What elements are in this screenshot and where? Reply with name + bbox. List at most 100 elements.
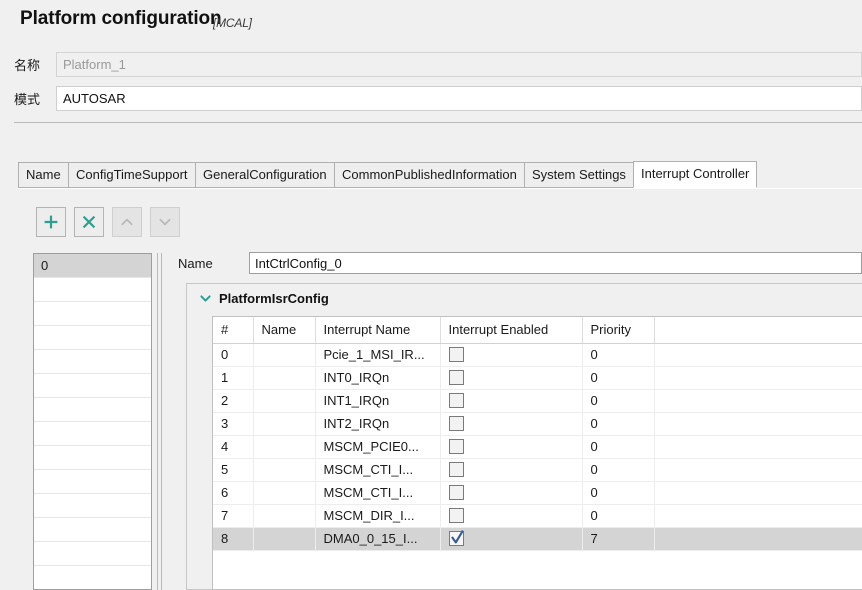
cell-name[interactable] xyxy=(253,481,316,505)
cell-interrupt-enabled[interactable] xyxy=(440,458,583,482)
cell-interrupt-name[interactable]: INT2_IRQn xyxy=(315,412,441,436)
table-row[interactable]: 3 INT2_IRQn 0 xyxy=(213,412,862,436)
checkbox-unchecked-icon[interactable] xyxy=(448,462,464,477)
tab-generalconfiguration[interactable]: GeneralConfiguration xyxy=(195,162,335,188)
list-item-empty[interactable] xyxy=(34,542,151,566)
move-down-button[interactable] xyxy=(150,207,180,237)
cell-priority[interactable]: 0 xyxy=(582,504,655,528)
cell-interrupt-name[interactable]: INT0_IRQn xyxy=(315,366,441,390)
tab-configtimesupport[interactable]: ConfigTimeSupport xyxy=(68,162,196,188)
interrupt-table: # Name Interrupt Name Interrupt Enabled … xyxy=(213,317,862,551)
move-up-button[interactable] xyxy=(112,207,142,237)
cell-interrupt-name[interactable]: MSCM_CTI_I... xyxy=(315,458,441,482)
delete-button[interactable] xyxy=(74,207,104,237)
cell-name[interactable] xyxy=(253,389,316,413)
name-field-input[interactable] xyxy=(56,52,862,77)
column-header-index[interactable]: # xyxy=(213,317,254,344)
plus-icon xyxy=(43,214,59,230)
cell-interrupt-name[interactable]: MSCM_CTI_I... xyxy=(315,481,441,505)
table-row[interactable]: 4 MSCM_PCIE0... 0 xyxy=(213,435,862,459)
checkbox-checked-icon[interactable] xyxy=(448,530,464,546)
cell-priority[interactable]: 7 xyxy=(582,527,655,551)
list-item-empty[interactable] xyxy=(34,470,151,494)
cell-priority[interactable]: 0 xyxy=(582,366,655,390)
cell-priority[interactable]: 0 xyxy=(582,435,655,459)
checkbox-unchecked-icon[interactable] xyxy=(448,439,464,454)
table-row[interactable]: 5 MSCM_CTI_I... 0 xyxy=(213,458,862,482)
checkbox-unchecked-icon[interactable] xyxy=(448,416,464,431)
tab-interrupt-controller[interactable]: Interrupt Controller xyxy=(633,161,758,188)
list-item-empty[interactable] xyxy=(34,518,151,542)
list-item-empty[interactable] xyxy=(34,374,151,398)
cell-interrupt-enabled[interactable] xyxy=(440,481,583,505)
list-item-empty[interactable] xyxy=(34,326,151,350)
table-row[interactable]: 1 INT0_IRQn 0 xyxy=(213,366,862,390)
cell-interrupt-name[interactable]: MSCM_PCIE0... xyxy=(315,435,441,459)
cell-filler xyxy=(654,458,862,482)
cell-name[interactable] xyxy=(253,435,316,459)
list-item-empty[interactable] xyxy=(34,350,151,374)
cell-name[interactable] xyxy=(253,366,316,390)
table-row[interactable]: 2 INT1_IRQn 0 xyxy=(213,389,862,413)
list-item-empty[interactable] xyxy=(34,422,151,446)
column-header-name[interactable]: Name xyxy=(253,317,316,344)
list-item[interactable]: 0 xyxy=(34,254,151,278)
column-header-priority[interactable]: Priority xyxy=(582,317,655,344)
tab-system-settings[interactable]: System Settings xyxy=(524,162,634,188)
cell-index: 8 xyxy=(213,527,254,551)
list-item-empty[interactable] xyxy=(34,566,151,589)
add-button[interactable] xyxy=(36,207,66,237)
interrupt-table-container: # Name Interrupt Name Interrupt Enabled … xyxy=(212,316,862,590)
config-list-panel[interactable]: 0 xyxy=(33,253,152,590)
panel-splitter[interactable] xyxy=(157,253,162,590)
list-item-empty[interactable] xyxy=(34,494,151,518)
checkbox-unchecked-icon[interactable] xyxy=(448,347,464,362)
cell-interrupt-name[interactable]: INT1_IRQn xyxy=(315,389,441,413)
list-item-empty[interactable] xyxy=(34,398,151,422)
cell-priority[interactable]: 0 xyxy=(582,389,655,413)
cell-interrupt-enabled[interactable] xyxy=(440,389,583,413)
cell-interrupt-enabled[interactable] xyxy=(440,504,583,528)
cell-interrupt-enabled[interactable] xyxy=(440,412,583,436)
list-item-empty[interactable] xyxy=(34,278,151,302)
checkbox-unchecked-icon[interactable] xyxy=(448,370,464,385)
cell-interrupt-name[interactable]: MSCM_DIR_I... xyxy=(315,504,441,528)
cell-name[interactable] xyxy=(253,412,316,436)
cell-index: 2 xyxy=(213,389,254,413)
chevron-up-icon xyxy=(119,214,135,230)
cell-interrupt-name[interactable]: Pcie_1_MSI_IR... xyxy=(315,343,441,367)
checkbox-unchecked-icon[interactable] xyxy=(448,393,464,408)
detail-name-input[interactable] xyxy=(249,252,862,274)
cell-interrupt-enabled[interactable] xyxy=(440,366,583,390)
cell-priority[interactable]: 0 xyxy=(582,343,655,367)
cell-interrupt-enabled[interactable] xyxy=(440,527,583,551)
table-row[interactable]: 6 MSCM_CTI_I... 0 xyxy=(213,481,862,505)
table-row[interactable]: 8 DMA0_0_15_I... 7 xyxy=(213,527,862,551)
cell-priority[interactable]: 0 xyxy=(582,458,655,482)
cell-priority[interactable]: 0 xyxy=(582,481,655,505)
cell-interrupt-enabled[interactable] xyxy=(440,343,583,367)
cell-name[interactable] xyxy=(253,527,316,551)
cell-name[interactable] xyxy=(253,458,316,482)
column-header-interrupt-name[interactable]: Interrupt Name xyxy=(315,317,441,344)
cell-filler xyxy=(654,343,862,367)
mode-field-input[interactable] xyxy=(56,86,862,111)
table-row[interactable]: 7 MSCM_DIR_I... 0 xyxy=(213,504,862,528)
checkbox-unchecked-icon[interactable] xyxy=(448,508,464,523)
list-item-empty[interactable] xyxy=(34,302,151,326)
column-header-filler xyxy=(654,317,862,344)
tab-commonpublishedinformation[interactable]: CommonPublishedInformation xyxy=(334,162,525,188)
cell-interrupt-enabled[interactable] xyxy=(440,435,583,459)
tab-name[interactable]: Name xyxy=(18,162,69,188)
checkbox-unchecked-icon[interactable] xyxy=(448,485,464,500)
table-row[interactable]: 0 Pcie_1_MSI_IR... 0 xyxy=(213,343,862,367)
list-item-empty[interactable] xyxy=(34,446,151,470)
cell-interrupt-name[interactable]: DMA0_0_15_I... xyxy=(315,527,441,551)
group-header-toggle[interactable]: PlatformIsrConfig xyxy=(187,284,862,312)
cell-index: 4 xyxy=(213,435,254,459)
cell-name[interactable] xyxy=(253,343,316,367)
column-header-interrupt-enabled[interactable]: Interrupt Enabled xyxy=(440,317,583,344)
header-divider xyxy=(14,122,862,123)
cell-priority[interactable]: 0 xyxy=(582,412,655,436)
cell-name[interactable] xyxy=(253,504,316,528)
